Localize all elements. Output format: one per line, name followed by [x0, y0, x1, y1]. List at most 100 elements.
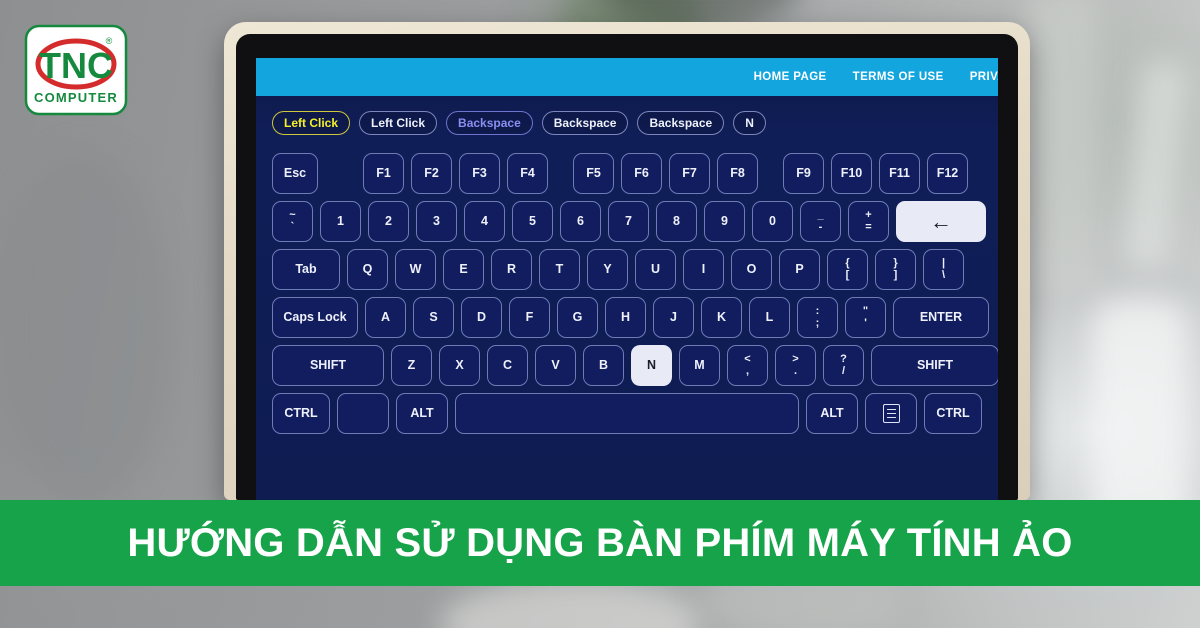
- key-caps-lock[interactable]: Caps Lock: [272, 297, 358, 338]
- history-badge[interactable]: Backspace: [446, 111, 533, 135]
- key-[interactable]: _ -: [800, 201, 841, 242]
- key-esc[interactable]: Esc: [272, 153, 318, 194]
- key-l[interactable]: L: [749, 297, 790, 338]
- key-[interactable]: ~ `: [272, 201, 313, 242]
- key-alt[interactable]: ALT: [396, 393, 448, 434]
- history-badge[interactable]: N: [733, 111, 766, 135]
- key-f10[interactable]: F10: [831, 153, 872, 194]
- key-6[interactable]: 6: [560, 201, 601, 242]
- key-t[interactable]: T: [539, 249, 580, 290]
- key-[interactable]: " ': [845, 297, 886, 338]
- key-blank[interactable]: [337, 393, 389, 434]
- key-bottom-label: =: [865, 221, 872, 233]
- key-f7[interactable]: F7: [669, 153, 710, 194]
- key-m[interactable]: M: [679, 345, 720, 386]
- key-label: E: [459, 262, 468, 277]
- key-i[interactable]: I: [683, 249, 724, 290]
- key-ctrl[interactable]: CTRL: [272, 393, 330, 434]
- key-3[interactable]: 3: [416, 201, 457, 242]
- key-[interactable]: >.: [775, 345, 816, 386]
- key-d[interactable]: D: [461, 297, 502, 338]
- key-[interactable]: | \: [923, 249, 964, 290]
- key-0[interactable]: 0: [752, 201, 793, 242]
- key-shift[interactable]: SHIFT: [272, 345, 384, 386]
- key-f3[interactable]: F3: [459, 153, 500, 194]
- key-o[interactable]: O: [731, 249, 772, 290]
- key-label: Q: [362, 262, 373, 277]
- key-ctrl[interactable]: CTRL: [924, 393, 982, 434]
- key-blank[interactable]: [455, 393, 799, 434]
- backspace-arrow-icon[interactable]: ←: [896, 201, 986, 242]
- tnc-computer-logo: TNC ® COMPUTER: [24, 24, 128, 116]
- key-2[interactable]: 2: [368, 201, 409, 242]
- key-1[interactable]: 1: [320, 201, 361, 242]
- key-f8[interactable]: F8: [717, 153, 758, 194]
- key-w[interactable]: W: [395, 249, 436, 290]
- key-bottom-label: /: [841, 365, 846, 377]
- history-badge[interactable]: Left Click: [272, 111, 351, 135]
- key-f9[interactable]: F9: [783, 153, 824, 194]
- background-wall-blur: [1028, 0, 1098, 290]
- key-label: 5: [529, 214, 536, 229]
- key-f4[interactable]: F4: [507, 153, 548, 194]
- key-tab[interactable]: Tab: [272, 249, 340, 290]
- nav-link-terms-of-use[interactable]: TERMS OF USE: [853, 71, 944, 83]
- key-q[interactable]: Q: [347, 249, 388, 290]
- key-r[interactable]: R: [491, 249, 532, 290]
- key-alt[interactable]: ALT: [806, 393, 858, 434]
- key-[interactable]: <,: [727, 345, 768, 386]
- key-g[interactable]: G: [557, 297, 598, 338]
- logo-sub-text: COMPUTER: [34, 90, 118, 105]
- key-c[interactable]: C: [487, 345, 528, 386]
- key-e[interactable]: E: [443, 249, 484, 290]
- history-badge[interactable]: Left Click: [359, 111, 438, 135]
- key-a[interactable]: A: [365, 297, 406, 338]
- key-f5[interactable]: F5: [573, 153, 614, 194]
- key-[interactable]: }]: [875, 249, 916, 290]
- key-[interactable]: + =: [848, 201, 889, 242]
- virtual-keyboard-app: Left Click Left Click Backspace Backspace Ba…: [256, 96, 998, 500]
- key-top-label: _: [817, 208, 824, 221]
- key-u[interactable]: U: [635, 249, 676, 290]
- key-f6[interactable]: F6: [621, 153, 662, 194]
- key-y[interactable]: Y: [587, 249, 628, 290]
- key-label: G: [572, 310, 583, 325]
- menu-list-icon[interactable]: [865, 393, 917, 434]
- key-5[interactable]: 5: [512, 201, 553, 242]
- key-label: F12: [936, 166, 959, 181]
- key-h[interactable]: H: [605, 297, 646, 338]
- keystroke-history-row: Left Click Left Click Backspace Backspace Ba…: [272, 110, 982, 136]
- key-8[interactable]: 8: [656, 201, 697, 242]
- nav-link-privacy[interactable]: PRIVA: [970, 71, 998, 83]
- keyboard-row-function-row: Esc F1 F2 F3 F4 F5 F6 F7 F8 F9 F10 F11 F12: [272, 153, 982, 194]
- key-j[interactable]: J: [653, 297, 694, 338]
- key-k[interactable]: K: [701, 297, 742, 338]
- key-[interactable]: :;: [797, 297, 838, 338]
- key-n[interactable]: N: [631, 345, 672, 386]
- key-p[interactable]: P: [779, 249, 820, 290]
- key-f2[interactable]: F2: [411, 153, 452, 194]
- key-shift[interactable]: SHIFT: [871, 345, 998, 386]
- nav-link-home-page[interactable]: HOME PAGE: [754, 71, 827, 83]
- key-label: 9: [721, 214, 728, 229]
- key-f1[interactable]: F1: [363, 153, 404, 194]
- key-9[interactable]: 9: [704, 201, 745, 242]
- key-f12[interactable]: F12: [927, 153, 968, 194]
- key-enter[interactable]: ENTER: [893, 297, 989, 338]
- key-s[interactable]: S: [413, 297, 454, 338]
- key-f11[interactable]: F11: [879, 153, 920, 194]
- key-[interactable]: ? /: [823, 345, 864, 386]
- history-badge[interactable]: Backspace: [541, 111, 629, 135]
- key-4[interactable]: 4: [464, 201, 505, 242]
- key-f[interactable]: F: [509, 297, 550, 338]
- key-[interactable]: {[: [827, 249, 868, 290]
- key-label: SHIFT: [916, 358, 954, 373]
- key-7[interactable]: 7: [608, 201, 649, 242]
- key-v[interactable]: V: [535, 345, 576, 386]
- key-label: F5: [586, 166, 601, 181]
- key-b[interactable]: B: [583, 345, 624, 386]
- key-z[interactable]: Z: [391, 345, 432, 386]
- history-badge[interactable]: Backspace: [637, 111, 725, 135]
- key-x[interactable]: X: [439, 345, 480, 386]
- promo-banner: HƯỚNG DẪN SỬ DỤNG BÀN PHÍM MÁY TÍNH ẢO: [0, 500, 1200, 586]
